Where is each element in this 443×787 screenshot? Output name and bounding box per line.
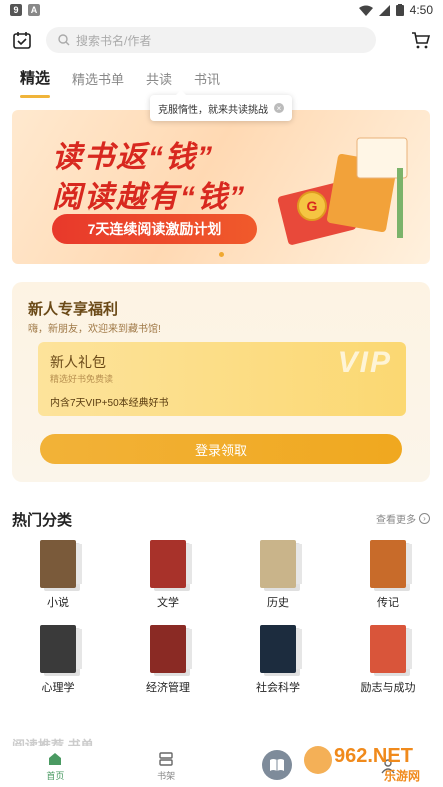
hot-categories-title: 热门分类: [12, 512, 73, 529]
books-illustration-icon: G: [277, 137, 408, 245]
nav-bookshelf-label: 书架: [157, 771, 176, 781]
book-cover: [370, 625, 412, 673]
login-claim-button[interactable]: 登录领取: [40, 434, 402, 464]
category-label: 心理学: [41, 682, 75, 694]
watermark-text: 962.NET: [334, 745, 413, 767]
tab-booklists[interactable]: 精选书单: [72, 69, 124, 96]
category-psychology[interactable]: 心理学: [8, 625, 108, 695]
search-input[interactable]: 搜索书名/作者: [46, 27, 376, 53]
book-cover: [150, 625, 192, 673]
close-icon[interactable]: ×: [274, 103, 284, 113]
category-history[interactable]: 历史: [228, 540, 328, 610]
newbie-welfare-card: 新人专享福利 嗨，新朋友，欢迎来到藏书馆! 新人礼包 精选好书免费读 内含7天V…: [12, 282, 430, 482]
notification-app-icon: 9: [10, 4, 22, 16]
banner-headline-2: 阅读越有“钱”: [52, 181, 246, 214]
book-cover: [260, 625, 302, 673]
nav-bookshelf[interactable]: 书架: [136, 751, 196, 782]
cart-icon[interactable]: [411, 30, 431, 50]
book-cover: [370, 540, 412, 588]
book-cover: [40, 625, 82, 673]
gift-subtitle: 精选好书免费读: [50, 374, 114, 384]
coread-tooltip[interactable]: 克服惰性，就来共读挑战 ×: [150, 90, 292, 121]
see-more-label: 查看更多: [376, 515, 416, 526]
status-time: 4:50: [409, 3, 433, 17]
category-novel[interactable]: 小说: [8, 540, 108, 610]
book-cover: [260, 540, 302, 588]
category-economics[interactable]: 经济管理: [118, 625, 218, 695]
wifi-icon: [358, 5, 373, 16]
home-icon: [49, 753, 62, 765]
calendar-checkin-icon[interactable]: [12, 30, 32, 50]
signal-icon: [378, 4, 390, 16]
search-icon: [58, 34, 70, 46]
coin-icon: G: [307, 198, 318, 214]
book-cover: [150, 540, 192, 588]
tab-booknews[interactable]: 书讯: [194, 69, 220, 96]
nav-home-label: 首页: [46, 771, 65, 781]
banner-headline-1: 读书返“钱”: [52, 141, 214, 174]
top-header: 搜索书名/作者: [0, 20, 443, 60]
welfare-subtitle: 嗨，新朋友，欢迎来到藏书馆!: [28, 324, 161, 335]
open-book-icon: [261, 749, 292, 780]
category-label: 历史: [267, 597, 289, 609]
nav-reading[interactable]: [247, 749, 307, 780]
see-more-link[interactable]: 查看更多 ›: [376, 511, 430, 526]
bookshelf-icon: [159, 752, 173, 766]
category-self-help[interactable]: 励志与成功: [338, 625, 438, 695]
category-label: 传记: [377, 597, 399, 609]
category-label: 经济管理: [146, 682, 190, 694]
tab-coread[interactable]: 共读: [146, 69, 172, 96]
carousel-indicator: [219, 252, 224, 257]
welfare-title: 新人专享福利: [28, 301, 119, 318]
tab-featured[interactable]: 精选: [20, 67, 51, 98]
category-biography[interactable]: 传记: [338, 540, 438, 610]
nav-home[interactable]: 首页: [25, 751, 85, 782]
chevron-right-icon: ›: [419, 513, 430, 524]
category-label: 社会科学: [256, 682, 300, 694]
category-literature[interactable]: 文学: [118, 540, 218, 610]
category-label: 文学: [157, 597, 179, 609]
watermark-subtext: 乐游网: [384, 768, 420, 783]
promo-banner[interactable]: 读书返“钱” 阅读越有“钱” 7天连续阅读激励计划 G: [12, 110, 430, 264]
site-watermark: 962.NET 乐游网: [304, 745, 420, 783]
gift-title: 新人礼包: [50, 354, 106, 370]
gift-pack[interactable]: 新人礼包 精选好书免费读 内含7天VIP+50本经典好书 VIP: [38, 342, 406, 416]
tooltip-text: 克服惰性，就来共读挑战: [158, 104, 268, 116]
notification-alert-icon: A: [28, 4, 40, 16]
category-label: 励志与成功: [360, 682, 416, 694]
book-cover: [40, 540, 82, 588]
gift-detail: 内含7天VIP+50本经典好书: [50, 398, 169, 409]
vip-watermark: VIP: [337, 346, 392, 379]
status-bar: 9 A 4:50: [0, 0, 443, 20]
category-social-science[interactable]: 社会科学: [228, 625, 328, 695]
search-placeholder: 搜索书名/作者: [76, 33, 152, 48]
battery-icon: [395, 4, 404, 16]
category-label: 小说: [47, 597, 69, 609]
banner-pill: 7天连续阅读激励计划: [52, 214, 257, 244]
